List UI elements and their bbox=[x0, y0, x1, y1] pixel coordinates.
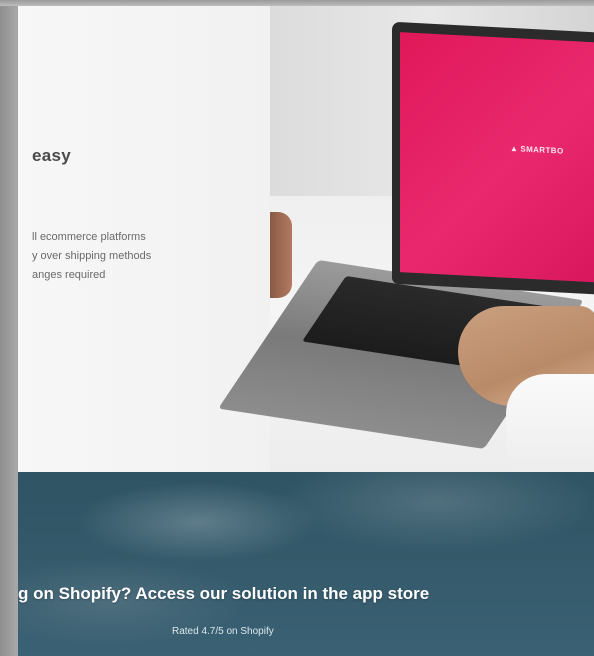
laptop-screen: ▲ SMARTBO bbox=[400, 32, 594, 285]
logo-mark-icon: ▲ bbox=[510, 143, 519, 154]
left-gutter bbox=[0, 6, 18, 656]
hero-feature-item: ll ecommerce platforms bbox=[32, 231, 146, 243]
hero-photo: ▲ SMARTBO bbox=[218, 6, 594, 472]
sleeve-image bbox=[506, 374, 594, 472]
hero-feature-item: y over shipping methods bbox=[32, 250, 152, 262]
shopify-rating-text: Rated 4.7/5 on Shopify bbox=[172, 626, 274, 637]
hero-feature-list: ll ecommerce platforms y over shipping m… bbox=[32, 228, 151, 285]
laptop-screen-frame: ▲ SMARTBO bbox=[392, 21, 594, 297]
shopify-banner-link[interactable]: g on Shopify? Access our solution in the… bbox=[18, 584, 429, 604]
screen-brand-logo: ▲ SMARTBO bbox=[510, 143, 564, 156]
shopify-banner: g on Shopify? Access our solution in the… bbox=[18, 472, 594, 656]
left-hand-image bbox=[270, 212, 292, 298]
hero-section: easy ll ecommerce platforms y over shipp… bbox=[18, 6, 594, 472]
hero-feature-item: anges required bbox=[32, 269, 106, 281]
hero-heading: easy bbox=[32, 146, 72, 165]
